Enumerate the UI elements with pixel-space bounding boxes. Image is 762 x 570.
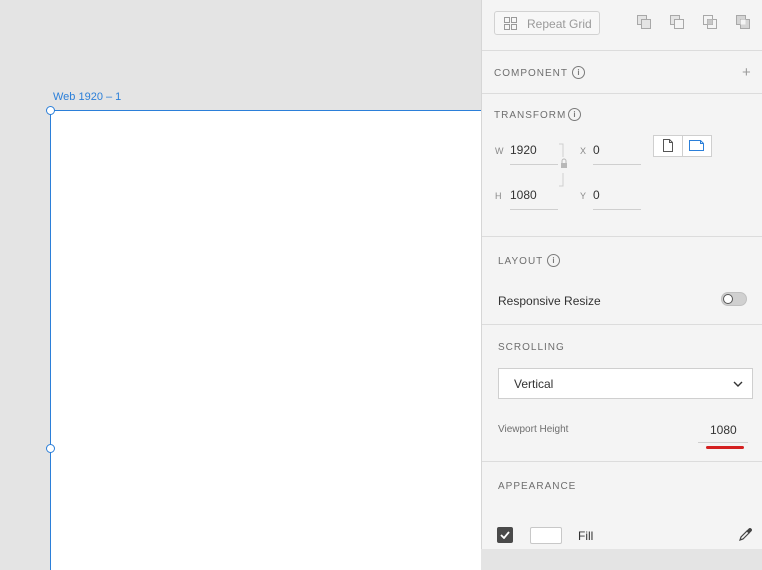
property-inspector: Repeat Grid COMPONENT i + TRANSFORM i W … [481,0,762,549]
landscape-icon [689,140,704,151]
y-input[interactable]: 0 [593,187,641,210]
layout-section-label: LAYOUT [498,256,544,267]
divider [482,324,762,325]
canvas-area[interactable]: Web 1920 – 1 [0,0,481,570]
viewport-height-input[interactable]: 1080 [698,422,748,443]
info-icon[interactable]: i [547,254,560,267]
fill-color-swatch[interactable] [530,527,562,544]
repeat-grid-label: Repeat Grid [527,17,592,31]
intersect-icon[interactable] [702,14,718,30]
x-label: X [580,146,587,156]
toggle-knob [723,294,733,304]
portrait-icon [663,139,673,152]
eyedropper-icon[interactable] [738,527,753,542]
add-icon[interactable] [636,14,652,30]
red-underline-annotation [706,446,744,449]
x-input[interactable]: 0 [593,142,641,165]
fill-checkbox[interactable] [497,527,513,543]
responsive-resize-toggle[interactable] [721,292,747,306]
divider [482,461,762,462]
appearance-section-label: APPEARANCE [498,481,577,492]
aspect-lock-icon[interactable] [558,143,570,187]
artboard[interactable] [50,110,481,570]
artboard-title[interactable]: Web 1920 – 1 [53,91,121,103]
repeat-grid-button[interactable]: Repeat Grid [494,11,600,35]
chevron-down-icon [733,381,743,387]
scrolling-select-value: Vertical [514,377,554,391]
portrait-button[interactable] [654,136,682,156]
checkmark-icon [500,531,510,539]
scrolling-select[interactable]: Vertical [498,368,753,399]
artboard-resize-handle-left[interactable] [46,444,55,453]
orientation-toggle [653,135,712,157]
divider [482,50,762,51]
component-section-label: COMPONENT [494,68,568,79]
height-label: H [495,191,502,201]
transform-section-label: TRANSFORM [494,110,567,121]
landscape-button[interactable] [683,136,711,156]
fill-label: Fill [578,529,594,543]
scrolling-section-label: SCROLLING [498,342,565,353]
width-input[interactable]: 1920 [510,142,558,165]
repeat-grid-icon [504,17,517,30]
exclude-icon[interactable] [735,14,751,30]
viewport-height-value: 1080 [710,423,737,437]
divider [482,93,762,94]
info-icon[interactable]: i [568,108,581,121]
divider [482,236,762,237]
y-label: Y [580,191,587,201]
height-input[interactable]: 1080 [510,187,558,210]
viewport-height-label: Viewport Height [498,424,569,435]
subtract-icon[interactable] [669,14,685,30]
width-label: W [495,146,504,156]
responsive-resize-label: Responsive Resize [498,294,601,308]
artboard-resize-handle-top-left[interactable] [46,106,55,115]
add-component-icon[interactable]: + [742,64,751,81]
info-icon[interactable]: i [572,66,585,79]
